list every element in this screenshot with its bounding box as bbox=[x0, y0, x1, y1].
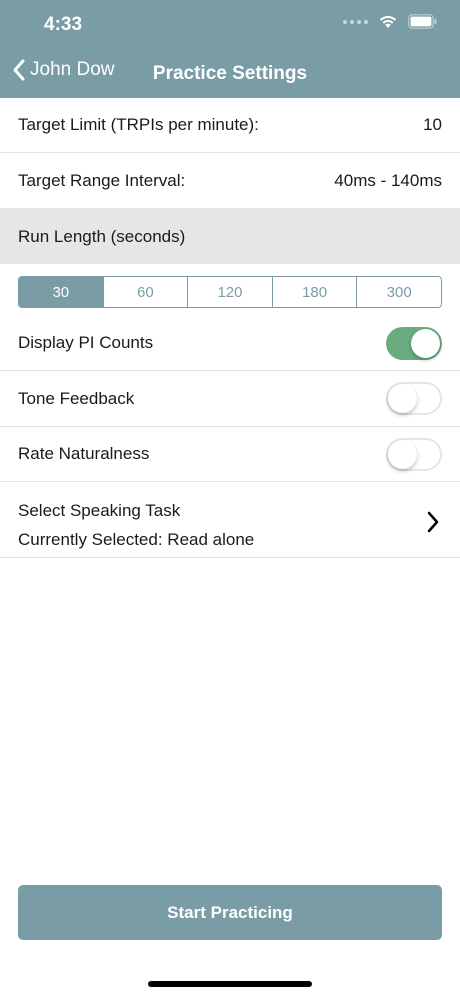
target-limit-value: 10 bbox=[423, 115, 442, 134]
status-icons bbox=[343, 14, 438, 29]
target-limit-label: Target Limit (TRPIs per minute): bbox=[18, 115, 259, 134]
segment-30[interactable]: 30 bbox=[19, 277, 103, 307]
rate-naturalness-toggle[interactable] bbox=[386, 437, 442, 471]
tone-feedback-toggle[interactable] bbox=[386, 382, 442, 415]
nav-header: 4:33 John Dow Practice Settings bbox=[0, 0, 460, 98]
segment-120[interactable]: 120 bbox=[187, 277, 272, 307]
run-length-header: Run Length (seconds) bbox=[0, 209, 460, 264]
target-range-value: 40ms - 140ms bbox=[334, 170, 442, 190]
start-practicing-button[interactable]: Start Practicing bbox=[18, 885, 442, 940]
page-title: Practice Settings bbox=[152, 63, 308, 84]
cellular-signal-icon bbox=[343, 19, 368, 24]
rate-naturalness-row: Rate Naturalness bbox=[0, 427, 460, 482]
speaking-task-title: Select Speaking Task bbox=[18, 501, 181, 520]
home-indicator bbox=[148, 981, 312, 987]
display-pi-counts-row: Display PI Counts bbox=[0, 316, 460, 371]
display-pi-counts-label: Display PI Counts bbox=[18, 333, 154, 352]
status-time: 4:33 bbox=[44, 14, 83, 35]
target-limit-row[interactable]: Target Limit (TRPIs per minute): 10 bbox=[0, 98, 460, 153]
target-range-row[interactable]: Target Range Interval: 40ms - 140ms bbox=[0, 153, 460, 209]
select-speaking-task-row[interactable]: Select Speaking Task Currently Selected:… bbox=[0, 482, 460, 558]
toggle-knob bbox=[388, 384, 417, 413]
start-practicing-label: Start Practicing bbox=[167, 902, 293, 922]
run-length-segmented-control: 30 60 120 180 300 bbox=[18, 276, 442, 308]
segment-60[interactable]: 60 bbox=[102, 277, 188, 307]
toggle-knob bbox=[388, 439, 417, 469]
display-pi-counts-toggle[interactable] bbox=[386, 326, 442, 360]
speaking-task-current: Currently Selected: Read alone bbox=[18, 530, 255, 549]
toggle-knob bbox=[411, 328, 440, 358]
segment-300[interactable]: 300 bbox=[356, 277, 441, 307]
wifi-icon bbox=[379, 16, 397, 28]
target-range-label: Target Range Interval: bbox=[18, 170, 186, 190]
tone-feedback-label: Tone Feedback bbox=[18, 388, 135, 408]
run-length-label: Run Length (seconds) bbox=[18, 226, 186, 246]
chevron-right-icon bbox=[427, 511, 439, 533]
battery-icon bbox=[408, 14, 437, 29]
segment-180[interactable]: 180 bbox=[271, 277, 357, 307]
rate-naturalness-label: Rate Naturalness bbox=[18, 444, 150, 463]
tone-feedback-row: Tone Feedback bbox=[0, 371, 460, 427]
